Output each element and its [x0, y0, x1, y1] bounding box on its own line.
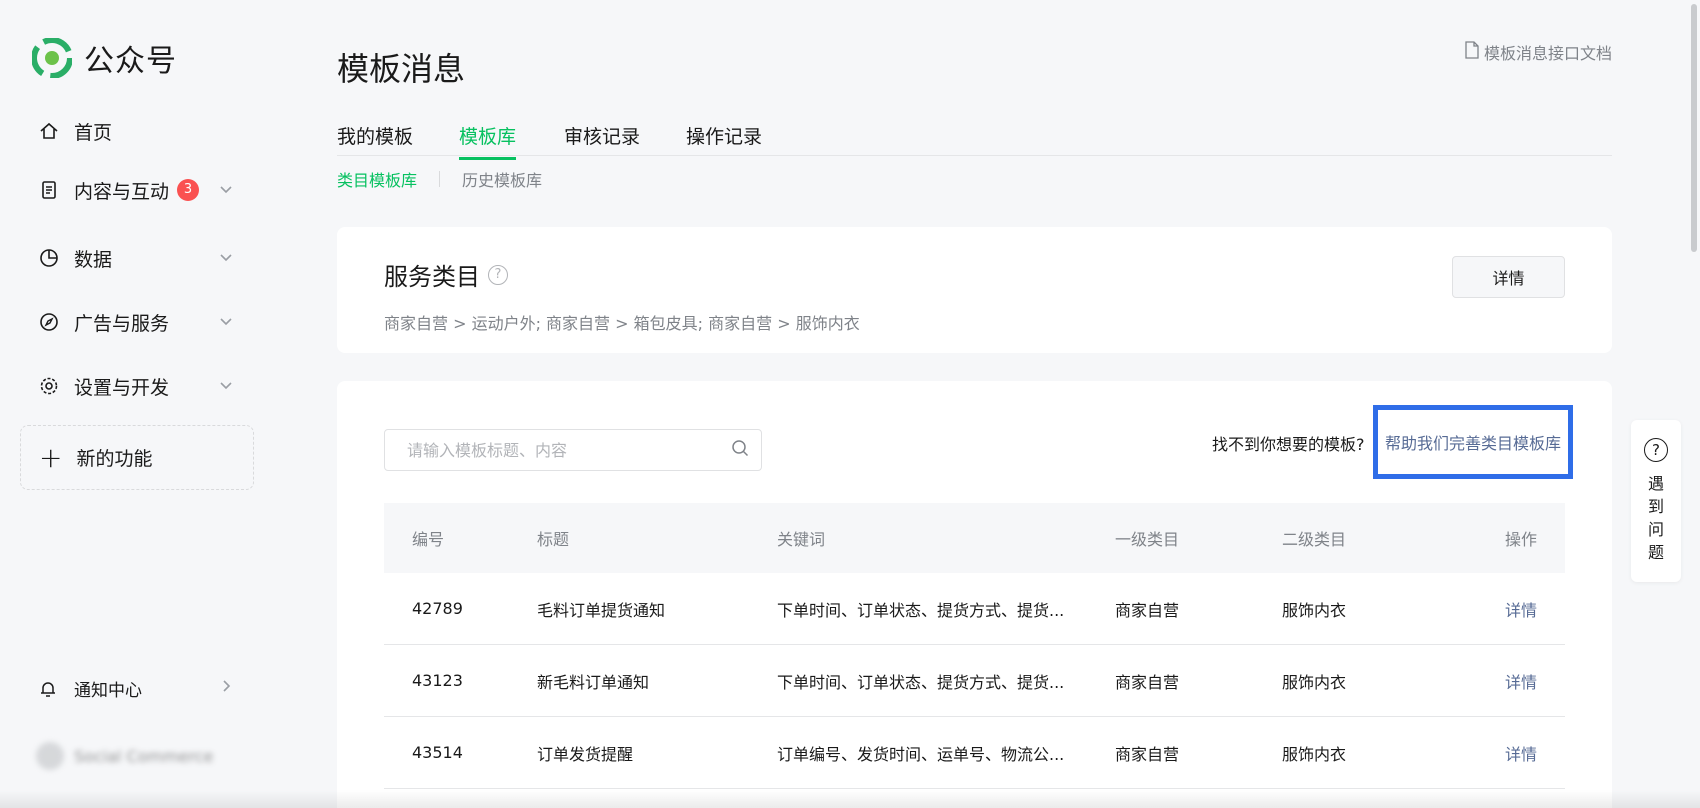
service-category-card: 服务类目 ? 商家自营 > 运动户外; 商家自营 > 箱包皮具; 商家自营 > … [337, 227, 1612, 353]
sidebar-item-label: 数据 [74, 248, 113, 271]
header-title: 标题 [537, 530, 570, 549]
cell-keywords: 下单时间、订单状态、提货方式、提货... [777, 672, 1065, 692]
tab-review-records[interactable]: 审核记录 [564, 122, 640, 157]
header-category-1: 一级类目 [1115, 530, 1180, 549]
document-icon [38, 179, 60, 201]
gear-icon [38, 375, 60, 397]
sidebar-item-label: 广告与服务 [74, 312, 170, 335]
cell-id: 42789 [412, 599, 463, 618]
service-category-path: 商家自营 > 运动户外; 商家自营 > 箱包皮具; 商家自营 > 服饰内衣 [384, 314, 860, 333]
sidebar-item-label: 内容与互动 [74, 180, 170, 203]
table-row: 43514 订单发货提醒 订单编号、发货时间、运单号、物流公... 商家自营 服… [384, 717, 1565, 789]
tab-template-library[interactable]: 模板库 [459, 122, 517, 160]
cell-keywords: 订单编号、发货时间、运单号、物流公... [777, 744, 1065, 764]
cannot-find-text: 找不到你想要的模板? [1212, 435, 1365, 454]
sidebar: 公众号 首页 内容与互动 3 数据 广告与服务 设置与开发 + 新的功能 通知中… [0, 0, 270, 808]
help-icon[interactable]: ? [488, 264, 508, 285]
service-category-label: 服务类目 [384, 263, 480, 291]
cell-keywords: 下单时间、订单状态、提货方式、提货... [777, 600, 1065, 620]
chevron-right-icon [218, 678, 234, 699]
file-icon [1464, 41, 1480, 63]
account-name: Social Commerce [74, 746, 214, 766]
scrollbar-thumb[interactable] [1691, 4, 1697, 252]
improve-library-label: 帮助我们完善类目模板库 [1384, 434, 1561, 453]
service-detail-button[interactable]: 详情 [1452, 256, 1565, 298]
question-icon: ? [1644, 438, 1668, 462]
main-content: 模板消息 模板消息接口文档 我的模板 模板库 审核记录 操作记录 类目模板库 历… [337, 0, 1612, 808]
cell-title: 订单发货提醒 [537, 744, 634, 764]
template-list-card: 找不到你想要的模板? 帮助我们完善类目模板库 编号 标题 关键词 一级类目 二级… [337, 381, 1612, 808]
cell-category-1: 商家自营 [1115, 600, 1180, 620]
header-id: 编号 [412, 530, 445, 549]
table-row: 42789 毛料订单提货通知 下单时间、订单状态、提货方式、提货... 商家自营… [384, 573, 1565, 645]
search-box [384, 429, 762, 471]
header-action: 操作 [1504, 530, 1537, 549]
api-doc-link[interactable]: 模板消息接口文档 [1464, 40, 1612, 64]
row-detail-link[interactable]: 详情 [1505, 717, 1537, 788]
cell-id: 43123 [412, 671, 463, 690]
row-detail-link[interactable]: 详情 [1505, 573, 1537, 644]
cell-title: 新毛料订单通知 [537, 672, 650, 692]
logo[interactable]: 公众号 [32, 36, 177, 80]
avatar [36, 742, 64, 770]
cell-category-1: 商家自营 [1115, 744, 1180, 764]
notification-badge: 3 [177, 179, 200, 201]
chevron-down-icon [218, 248, 234, 270]
header-keywords: 关键词 [777, 530, 826, 549]
cell-id: 43514 [412, 743, 463, 762]
table-row: 43123 新毛料订单通知 下单时间、订单状态、提货方式、提货... 商家自营 … [384, 645, 1565, 717]
service-category-title: 服务类目 ? [384, 257, 508, 292]
cell-category-2: 服饰内衣 [1282, 672, 1347, 692]
header-category-2: 二级类目 [1282, 530, 1347, 549]
template-table: 编号 标题 关键词 一级类目 二级类目 操作 42789 毛料订单提货通知 下单… [384, 503, 1565, 789]
new-feature-label: 新的功能 [76, 448, 153, 470]
plus-icon: + [39, 440, 63, 474]
row-detail-link[interactable]: 详情 [1505, 645, 1537, 716]
improve-library-link[interactable]: 帮助我们完善类目模板库 [1373, 405, 1573, 479]
table-header: 编号 标题 关键词 一级类目 二级类目 操作 [384, 503, 1565, 573]
sidebar-item-label: 首页 [74, 121, 113, 144]
cell-category-2: 服饰内衣 [1282, 600, 1347, 620]
floating-help-button[interactable]: ? 遇到问题 [1631, 420, 1681, 582]
sidebar-item-data[interactable]: 数据 [38, 240, 238, 276]
notification-center[interactable]: 通知中心 [38, 676, 231, 701]
chevron-down-icon [218, 180, 234, 202]
cell-title: 毛料订单提货通知 [537, 600, 666, 620]
bell-icon [38, 679, 60, 699]
app-name: 公众号 [84, 44, 177, 79]
chevron-down-icon [218, 312, 234, 334]
subtab-category-library[interactable]: 类目模板库 [337, 167, 417, 191]
search-icon[interactable] [731, 439, 749, 461]
api-doc-label: 模板消息接口文档 [1483, 44, 1612, 63]
cell-category-1: 商家自营 [1115, 672, 1180, 692]
page-scrollbar[interactable] [1688, 0, 1700, 808]
wechat-official-logo-icon [32, 38, 72, 78]
sidebar-item-ads[interactable]: 广告与服务 [38, 304, 238, 340]
sub-tabs: 类目模板库 历史模板库 [337, 167, 542, 191]
sidebar-item-content[interactable]: 内容与互动 3 [38, 172, 238, 208]
account-switcher[interactable]: Social Commerce [36, 742, 213, 770]
tab-operation-records[interactable]: 操作记录 [686, 122, 762, 157]
chevron-down-icon [218, 376, 234, 398]
pie-chart-icon [38, 247, 60, 269]
bottom-shadow [0, 790, 1700, 808]
page-title: 模板消息 [337, 50, 466, 88]
sidebar-item-settings[interactable]: 设置与开发 [38, 368, 238, 404]
new-feature-button[interactable]: + 新的功能 [20, 425, 254, 490]
main-tabs: 我的模板 模板库 审核记录 操作记录 [337, 118, 1612, 160]
compass-icon [38, 311, 60, 333]
tab-my-templates[interactable]: 我的模板 [337, 122, 413, 157]
floating-help-label: 遇到问题 [1647, 474, 1664, 562]
home-icon [38, 120, 60, 142]
subtab-history-library[interactable]: 历史模板库 [462, 167, 542, 191]
divider [439, 171, 441, 187]
sidebar-item-home[interactable]: 首页 [38, 113, 112, 149]
sidebar-item-label: 设置与开发 [74, 376, 170, 399]
cell-category-2: 服饰内衣 [1282, 744, 1347, 764]
notification-center-label: 通知中心 [74, 681, 142, 701]
search-input[interactable] [405, 439, 731, 461]
